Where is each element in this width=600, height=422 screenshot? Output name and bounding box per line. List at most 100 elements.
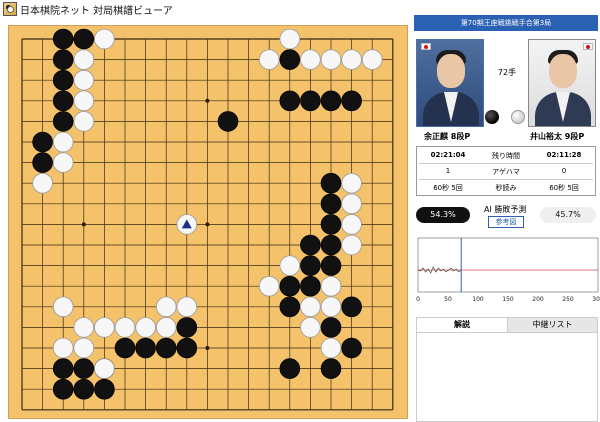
board-canvas[interactable]	[9, 26, 407, 418]
white-stone	[94, 28, 115, 50]
japan-flag-icon	[583, 43, 593, 50]
black-stone	[320, 193, 342, 215]
black-stone	[32, 131, 53, 153]
black-stone	[279, 275, 301, 297]
tab-commentary[interactable]: 解説	[417, 318, 507, 332]
black-stone	[279, 90, 301, 112]
captures-row: 1 アゲハマ 0	[417, 165, 595, 179]
white-stone	[73, 49, 95, 70]
white-stone	[320, 296, 342, 318]
black-stone	[341, 296, 362, 318]
tab-relay-list[interactable]: 中継リスト	[507, 318, 597, 332]
win-rate-graph-canvas: 0 50 100 150 200 250 300	[416, 237, 600, 303]
tab-bar: 解説 中継リスト	[416, 317, 598, 333]
white-byoyomi: 60秒 5回	[549, 184, 579, 192]
black-stone	[320, 255, 342, 276]
x-tick-label: 300	[592, 296, 600, 303]
black-stone	[320, 358, 342, 379]
black-stone	[94, 378, 115, 400]
white-stone	[52, 296, 74, 318]
black-stone	[300, 275, 321, 297]
white-stone	[73, 69, 95, 91]
move-number: 72手	[497, 68, 517, 77]
ai-prediction-title: AI 勝敗予測	[484, 205, 527, 214]
black-player-name: 余正麒 8段P	[424, 132, 471, 141]
reference-diagram-button[interactable]: 参考図	[488, 216, 524, 228]
black-time: 02:21:04	[430, 151, 466, 159]
white-stone	[341, 172, 362, 194]
black-stone-icon	[485, 110, 499, 124]
black-stone	[320, 172, 342, 194]
white-stone	[279, 255, 301, 276]
time-row: 02:21:04 残り時間 02:11:28	[417, 149, 595, 163]
white-stone	[176, 296, 198, 318]
star-point	[205, 222, 210, 227]
viewer-window: 日本棋院ネット 対局棋譜ビューア 第70期王座戦挑戦手合第3局 72手 余正麒 …	[0, 0, 600, 422]
app-icon	[3, 2, 17, 16]
x-tick-label: 50	[444, 296, 452, 303]
black-stone	[73, 358, 95, 379]
side-panel: 第70期王座戦挑戦手合第3局 72手 余正麒 8段P 井山裕太 9段P 02:2…	[414, 15, 600, 422]
black-stone	[135, 337, 156, 359]
black-stone	[73, 378, 95, 400]
black-stone	[114, 337, 136, 359]
japan-flag-icon	[421, 43, 431, 50]
white-stone	[320, 49, 342, 70]
captures-label: アゲハマ	[492, 168, 520, 176]
black-stone	[52, 49, 74, 70]
white-stone	[155, 296, 177, 318]
star-point	[205, 98, 210, 103]
white-stone	[300, 49, 321, 70]
black-stone	[176, 337, 198, 359]
x-tick-label: 100	[472, 296, 484, 303]
white-time: 02:11:28	[546, 151, 582, 159]
white-stone	[114, 317, 136, 338]
black-stone	[279, 49, 301, 70]
white-stone	[32, 172, 53, 194]
white-stone	[279, 28, 301, 50]
black-stone	[176, 317, 198, 338]
white-captures: 0	[561, 167, 567, 175]
black-stone	[155, 337, 177, 359]
white-stone	[155, 317, 177, 338]
white-stone	[94, 317, 115, 338]
white-stone	[73, 317, 95, 338]
white-player-photo	[528, 39, 596, 127]
white-stone	[341, 193, 362, 215]
black-win-rate: 54.3%	[416, 207, 470, 223]
white-stone	[52, 337, 74, 359]
white-stone	[73, 111, 95, 132]
black-stone	[320, 90, 342, 112]
black-stone	[300, 255, 321, 276]
white-stone	[94, 358, 115, 379]
black-stone	[320, 317, 342, 338]
black-stone	[279, 296, 301, 318]
white-stone	[320, 337, 342, 359]
black-stone	[300, 234, 321, 256]
white-stone	[52, 152, 74, 173]
white-stone	[73, 337, 95, 359]
commentary-area	[416, 333, 598, 422]
black-stone	[217, 111, 239, 132]
black-stone	[52, 90, 74, 112]
black-stone	[52, 69, 74, 91]
star-point	[205, 346, 210, 350]
black-stone	[341, 337, 362, 359]
white-player-name: 井山裕太 9段P	[530, 132, 585, 141]
black-stone	[52, 358, 74, 379]
white-stone-icon	[511, 110, 525, 124]
white-win-rate: 45.7%	[540, 207, 596, 223]
x-tick-label: 250	[562, 296, 574, 303]
black-stone	[300, 90, 321, 112]
white-stone	[300, 296, 321, 318]
x-tick-label: 200	[532, 296, 544, 303]
byoyomi-label: 秒読み	[495, 184, 517, 192]
black-player-photo	[416, 39, 484, 127]
go-board[interactable]	[8, 25, 408, 419]
white-stone	[320, 275, 342, 297]
x-tick-label: 150	[502, 296, 514, 303]
black-stone	[52, 111, 74, 132]
black-byoyomi: 60秒 5回	[433, 184, 463, 192]
white-stone	[73, 90, 95, 112]
black-stone	[52, 378, 74, 400]
